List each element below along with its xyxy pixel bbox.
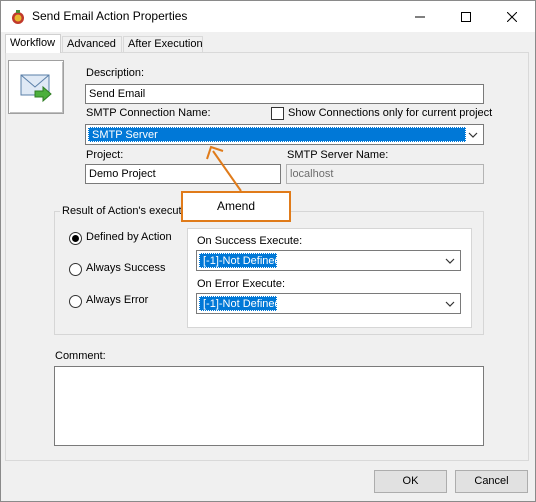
smtp-connection-value: SMTP Server [88,127,466,142]
on-error-label: On Error Execute: [197,278,286,290]
result-group-title: Result of Action's execution [60,205,199,217]
dialog-window: Send Email Action Properties Workflow Ad… [0,0,536,502]
chevron-down-icon [445,258,455,264]
chevron-down-icon [468,132,478,138]
annotation-arrow [206,145,242,192]
annotation-callout: Amend [181,191,291,222]
on-success-select[interactable]: [-1]-Not Defined [196,250,461,271]
description-input[interactable]: Send Email [85,84,484,104]
project-label: Project: [86,149,124,161]
smtp-server-name-label: SMTP Server Name: [287,149,389,161]
on-error-select[interactable]: [-1]-Not Defined [196,293,461,314]
smtp-server-name-input: localhost [286,164,484,184]
on-error-value: [-1]-Not Defined [199,296,281,311]
close-button[interactable] [489,1,535,32]
project-input[interactable]: Demo Project [85,164,281,184]
tab-after-execution[interactable]: After Execution [123,36,203,52]
tab-advanced[interactable]: Advanced [62,36,122,52]
radio-always-error-label[interactable]: Always Error [86,294,148,306]
radio-defined-by-action-label[interactable]: Defined by Action [86,231,172,243]
cancel-button[interactable]: Cancel [455,470,528,493]
title-bar[interactable]: Send Email Action Properties [1,1,535,32]
smtp-connection-label: SMTP Connection Name: [86,107,211,119]
maximize-button[interactable] [443,1,489,32]
window-title: Send Email Action Properties [32,9,188,23]
radio-selected-dot [72,235,79,242]
radio-always-error[interactable] [69,295,82,308]
tab-workflow[interactable]: Workflow [5,34,61,53]
minimize-icon [415,16,425,17]
radio-always-success-label[interactable]: Always Success [86,262,165,274]
on-success-value: [-1]-Not Defined [199,253,281,268]
radio-always-success[interactable] [69,263,82,276]
description-label: Description: [86,67,145,79]
smtp-connection-select[interactable]: SMTP Server [85,124,484,145]
radio-defined-by-action[interactable] [69,232,82,245]
ok-button[interactable]: OK [374,470,447,493]
action-icon-box [8,60,64,114]
show-connections-label: Show Connections only for current projec… [288,107,493,119]
comment-label: Comment: [55,350,106,362]
close-icon [507,11,517,22]
email-send-icon [20,74,52,103]
maximize-icon [461,11,471,22]
on-success-label: On Success Execute: [197,235,303,247]
app-icon [12,10,24,24]
minimize-button[interactable] [397,1,443,32]
chevron-down-icon [445,301,455,307]
show-connections-checkbox[interactable] [271,107,284,120]
comment-textarea[interactable] [54,366,484,446]
